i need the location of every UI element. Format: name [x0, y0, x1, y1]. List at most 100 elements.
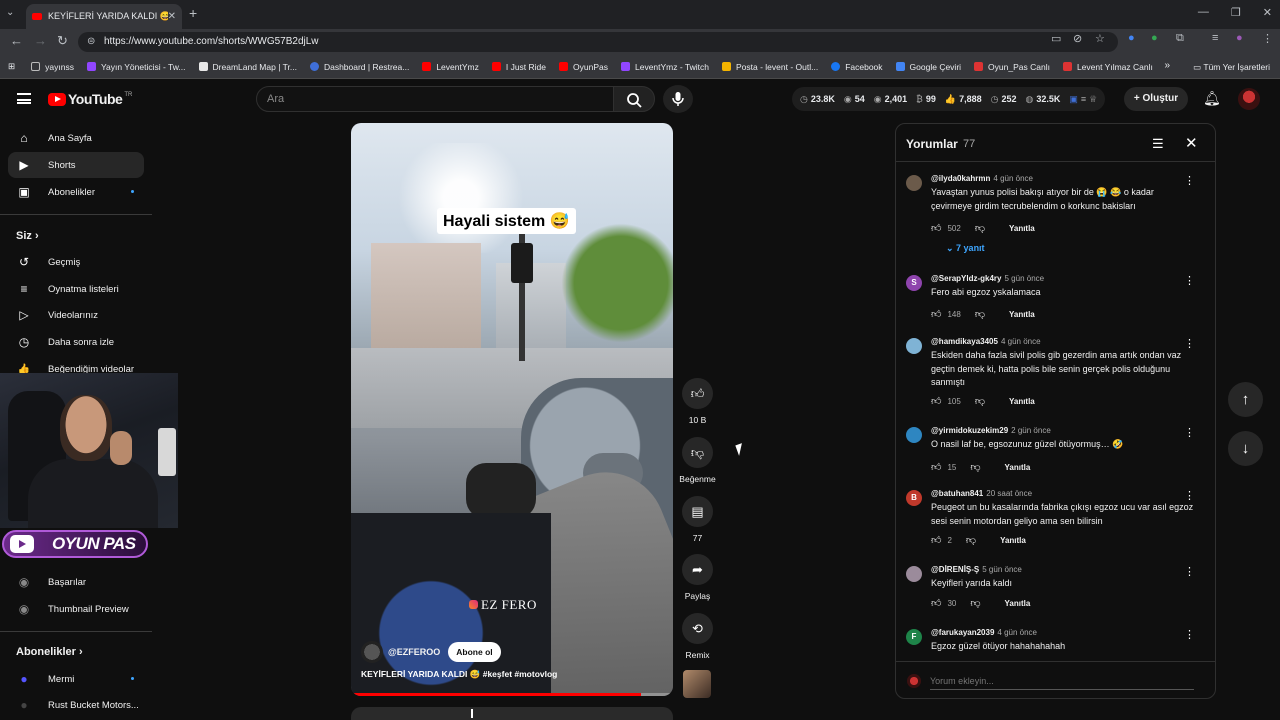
remix-button[interactable]: ⟲ [682, 613, 713, 644]
share-action[interactable]: ➦ Paylaş [680, 554, 715, 601]
video-progress-bar[interactable] [351, 693, 673, 696]
dislike-button[interactable]: 👎︎ [682, 437, 713, 468]
sidebar-you-heading[interactable]: Siz › [16, 230, 39, 242]
comment-like-icon[interactable]: 👍︎ [931, 222, 941, 234]
bookmark-8[interactable]: Posta - levent - Outl... [722, 62, 818, 72]
sound-thumbnail[interactable] [683, 670, 711, 698]
comment-like-icon[interactable]: 👍︎ [931, 395, 941, 407]
voice-search-button[interactable] [663, 85, 693, 113]
restore-icon[interactable]: ❐ [1231, 6, 1241, 19]
comment-time[interactable]: 4 gün önce [997, 628, 1037, 637]
comment-dislike-icon[interactable]: 👎︎ [975, 308, 985, 320]
comment-more-icon[interactable]: ⋮ [1184, 565, 1195, 578]
comment-dislike-icon[interactable]: 👎︎ [970, 597, 980, 609]
youtube-logo[interactable]: YouTube TR [48, 91, 132, 107]
forward-icon[interactable]: → [34, 33, 47, 48]
bookmark-4[interactable]: LeventYmz [422, 62, 479, 72]
remix-action[interactable]: ⟲ Remix [680, 613, 715, 660]
extension-2-icon[interactable]: ● [1151, 32, 1158, 44]
comment-author[interactable]: @ilyda0kahrmn [931, 174, 990, 183]
channel-avatar[interactable] [361, 641, 383, 663]
reply-button[interactable]: Yanıtla [1009, 397, 1035, 406]
notifications-bell-icon[interactable]: 🔔︎ [1203, 90, 1221, 107]
comment-dislike-icon[interactable]: 👎︎ [975, 395, 985, 407]
close-icon[interactable]: ✕ [1185, 134, 1198, 152]
bookmark-10[interactable]: Google Çeviri [895, 62, 961, 72]
comments-button[interactable]: ▤ [682, 496, 713, 527]
reply-button[interactable]: Yanıtla [1000, 536, 1026, 545]
commenter-avatar[interactable] [906, 427, 922, 443]
comment-author[interactable]: @SerapYldz-gk4ry [931, 274, 1002, 283]
profile-icon[interactable]: ● [1236, 32, 1243, 44]
extension-icon[interactable]: ● [1128, 32, 1135, 44]
comment-author[interactable]: @DİRENİŞ-Ş [931, 565, 979, 574]
reply-button[interactable]: Yanıtla [1009, 310, 1035, 319]
search-button[interactable] [613, 86, 655, 112]
comment-more-icon[interactable]: ⋮ [1184, 337, 1195, 350]
sidebar-item-subscriptions[interactable]: ▣ Abonelikler [8, 179, 144, 205]
sort-icon[interactable]: ☰ [1152, 136, 1164, 152]
bookmark-0[interactable]: yayınss [31, 62, 74, 72]
share-button[interactable]: ➦ [682, 554, 713, 585]
sidebar-item-history[interactable]: ↺ Geçmiş [8, 249, 144, 275]
comment-time[interactable]: 2 gün önce [1011, 426, 1051, 435]
comment-like-icon[interactable]: 👍︎ [931, 534, 941, 546]
all-bookmarks[interactable]: ▭ Tüm Yer İşaretleri [1193, 62, 1270, 73]
comment-time[interactable]: 4 gün önce [993, 174, 1033, 183]
comment-dislike-icon[interactable]: 👎︎ [970, 461, 980, 473]
view-replies-toggle[interactable]: ⌄ 7 yanıt [946, 243, 985, 254]
comment-time[interactable]: 5 gün önce [1005, 274, 1045, 283]
tab-search-icon[interactable]: ⌄ [6, 7, 14, 18]
create-button[interactable]: + Oluştur [1124, 87, 1188, 111]
comment-more-icon[interactable]: ⋮ [1184, 426, 1195, 439]
comment-dislike-icon[interactable]: 👎︎ [966, 534, 976, 546]
new-tab-icon[interactable]: + [189, 5, 197, 21]
search-input[interactable]: Ara [256, 86, 614, 112]
commenter-avatar[interactable] [906, 338, 922, 354]
comment-author[interactable]: @batuhan841 [931, 489, 983, 498]
next-short-preview[interactable] [351, 707, 673, 720]
bookmark-1[interactable]: Yayın Yöneticisi - Tw... [86, 62, 186, 72]
reload-icon[interactable]: ↻ [57, 33, 68, 49]
back-icon[interactable]: ← [10, 33, 23, 48]
comment-more-icon[interactable]: ⋮ [1184, 628, 1195, 641]
bookmark-9[interactable]: Facebook [831, 62, 883, 72]
bookmark-3[interactable]: Dashboard | Restrea... [309, 62, 409, 72]
dislike-action[interactable]: 👎︎ Beğenme [679, 437, 716, 484]
extensions-puzzle-icon[interactable]: ⧉ [1176, 32, 1184, 45]
comment-author[interactable]: @hamdikaya3405 [931, 337, 998, 346]
sidebar-item-achievements[interactable]: ◉ Başarılar [8, 569, 144, 595]
sidebar-item-watch-later[interactable]: ◷ Daha sonra izle [8, 329, 144, 355]
comment-time[interactable]: 4 gün önce [1001, 337, 1041, 346]
site-info-icon[interactable]: ⊜ [87, 32, 95, 52]
comments-action[interactable]: ▤ 77 [680, 496, 715, 543]
next-short-button[interactable]: ↓ [1228, 431, 1263, 466]
window-close-icon[interactable]: ✕ [1263, 6, 1272, 19]
comment-time[interactable]: 20 saat önce [986, 489, 1032, 498]
short-video-player[interactable]: Hayali sistem 😅 EZ FERO @EZFEROO Abone o… [351, 123, 673, 696]
sidebar-subscriptions-heading[interactable]: Abonelikler › [16, 646, 83, 658]
bookmark-12[interactable]: Levent Yılmaz Canlı [1062, 62, 1153, 72]
commenter-avatar[interactable]: B [906, 490, 922, 506]
sidebar-item-shorts[interactable]: ▶ Shorts [8, 152, 144, 178]
reply-button[interactable]: Yanıtla [1005, 599, 1031, 608]
eye-off-icon[interactable]: ⊘ [1073, 32, 1082, 45]
bookmark-11[interactable]: Oyun_Pas Canlı [974, 62, 1050, 72]
sidebar-sub-mermi[interactable]: ● Mermi [8, 666, 144, 692]
hamburger-menu-icon[interactable] [17, 93, 31, 104]
like-button[interactable]: 👍︎ [682, 378, 713, 409]
comment-dislike-icon[interactable]: 👎︎ [975, 222, 985, 234]
comment-more-icon[interactable]: ⋮ [1184, 174, 1195, 187]
sidebar-sub-rust-bucket[interactable]: ● Rust Bucket Motors... [8, 692, 144, 718]
reading-list-icon[interactable]: ≡ [1212, 32, 1218, 44]
bookmark-7[interactable]: LeventYmz - Twitch [620, 62, 709, 72]
like-action[interactable]: 👍︎ 10 B [680, 378, 715, 425]
reply-button[interactable]: Yanıtla [1009, 224, 1035, 233]
commenter-avatar[interactable] [906, 175, 922, 191]
comment-like-icon[interactable]: 👍︎ [931, 597, 941, 609]
comment-input[interactable] [930, 672, 1194, 690]
comment-more-icon[interactable]: ⋮ [1184, 274, 1195, 287]
comment-like-icon[interactable]: 👍︎ [931, 461, 941, 473]
url-input[interactable]: ⊜ https://www.youtube.com/shorts/WWG57B2… [78, 32, 1118, 52]
commenter-avatar[interactable]: F [906, 629, 922, 645]
